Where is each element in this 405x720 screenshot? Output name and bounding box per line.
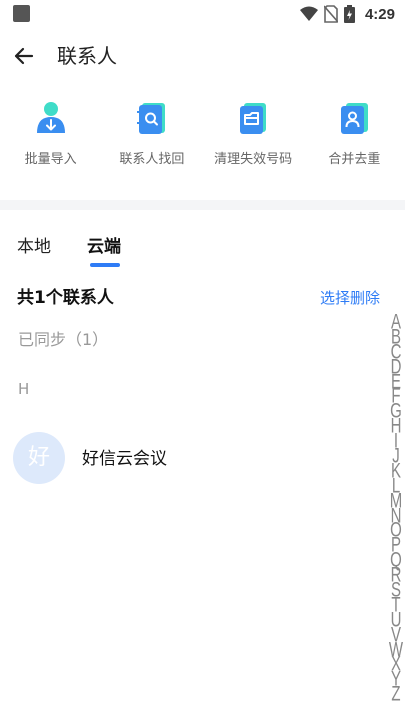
contact-recover-button[interactable]: 联系人找回	[101, 100, 202, 180]
merge-contact-icon	[341, 103, 369, 134]
alphabet-index[interactable]: ABCDEFGHIJKLMNOPQRSTUVWXYZ	[388, 312, 404, 706]
status-icons: 4:29	[299, 4, 395, 24]
import-user-icon	[36, 102, 65, 133]
wifi-icon	[299, 6, 318, 21]
index-letter-z[interactable]: Z	[391, 684, 400, 706]
no-sim-icon	[323, 5, 338, 23]
tab-cloud[interactable]: 云端	[87, 232, 121, 262]
status-time: 4:29	[364, 5, 395, 23]
contact-name: 好信云会议	[82, 449, 167, 469]
batch-import-button[interactable]: 批量导入	[0, 100, 101, 180]
quick-action-label: 批量导入	[24, 152, 77, 167]
back-arrow-icon[interactable]	[10, 42, 38, 70]
quick-action-label: 合并去重	[328, 152, 381, 167]
active-tab-indicator	[90, 263, 120, 267]
app-square-icon	[13, 5, 30, 22]
section-divider	[0, 200, 405, 210]
select-delete-button[interactable]: 选择删除	[320, 287, 380, 309]
page-title: 联系人	[57, 44, 117, 68]
top-app-bar: 联系人	[0, 34, 405, 78]
contact-count: 共1个联系人	[17, 288, 114, 308]
contact-list-item[interactable]: 好 好信云会议	[0, 430, 380, 490]
quick-action-label: 联系人找回	[119, 152, 185, 167]
status-bar: 4:29	[0, 0, 405, 28]
quick-actions: 批量导入 联系人找回 清理失效号码 合并去重	[0, 100, 405, 180]
tab-local[interactable]: 本地	[17, 232, 51, 262]
cleanup-folder-icon	[240, 103, 267, 134]
group-letter-header: H	[18, 380, 30, 398]
synced-section-header: 已同步（1）	[18, 330, 109, 349]
avatar: 好	[13, 432, 65, 484]
quick-action-label: 清理失效号码	[214, 152, 293, 167]
contact-book-search-icon	[136, 103, 165, 134]
tab-bar: 本地 云端	[0, 232, 405, 272]
battery-icon	[343, 5, 355, 23]
merge-duplicates-button[interactable]: 合并去重	[304, 100, 405, 180]
cleanup-invalid-numbers-button[interactable]: 清理失效号码	[203, 100, 304, 180]
